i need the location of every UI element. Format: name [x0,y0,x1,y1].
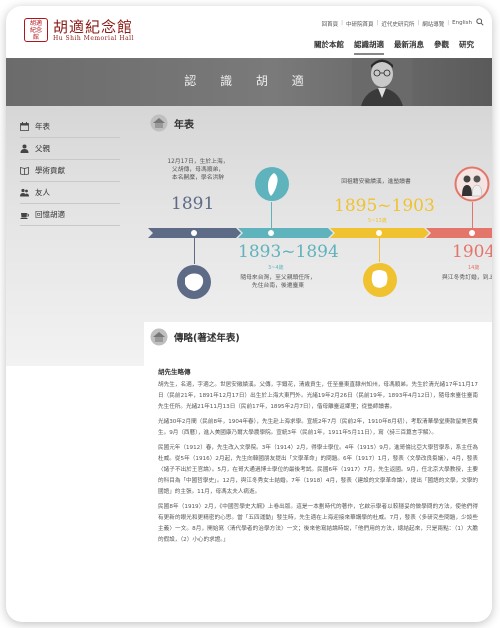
timeline-dot [191,230,197,236]
sidebar-nav: 年表 父親 學術貢獻 友人 回憶胡適 [20,116,120,226]
event-connector [379,238,380,262]
event-1893-age: 3~4歲 [268,265,284,271]
main-nav: 關於本館 認識胡適 最新消息 參觀 研究 [304,39,474,55]
sidebar-item-label: 年表 [35,122,50,131]
calendar-icon [20,122,29,131]
timeline-segment-1904 [426,228,492,238]
pavilion-icon [150,114,168,132]
utility-link-academia[interactable]: 中研院首頁 [346,20,374,28]
utility-link-home[interactable]: 回首頁 [322,20,339,28]
site-header: 胡適紀念館 胡適紀念館 Hu Shih Memorial Hall 回首頁 | 中… [6,6,492,58]
sidebar-item-label: 回憶胡適 [35,210,65,219]
logo-chinese-name: 胡適紀念館 [53,17,134,36]
event-connector [271,202,272,228]
person-icon [20,144,29,153]
timeline-segment-1893 [238,228,333,238]
nav-research[interactable]: 研究 [459,39,474,55]
logo-seal-text: 胡適紀念館 [29,19,42,41]
portrait-photo [352,58,412,106]
nav-about[interactable]: 關於本館 [314,39,344,55]
event-1893-description: 隨母來台灣，至父親頭任所， 先住台南，後遷臺東 [228,274,328,290]
biography-paragraph: 民國8年（1919）2月，《中國哲學史大綱》上卷出版。這是一本劃時代的著作，它啟… [158,504,478,543]
event-1891-year: 1891 [171,194,215,214]
utility-nav: 回首頁 | 中研院首頁 | 近代史研究所 | 網站導覽 | English [321,20,472,28]
taiwan-map-icon[interactable] [254,166,290,202]
sidebar-item-contributions[interactable]: 學術貢獻 [20,160,120,182]
sidebar-item-label: 父親 [35,144,50,153]
utility-link-sitemap[interactable]: 網站導覽 [422,20,444,28]
pavilion-icon [150,328,168,346]
timeline-title: 年表 [174,119,194,131]
logo-english-name: Hu Shih Memorial Hall [53,34,135,42]
timeline-heading: 年表 [150,114,194,132]
shanghai-map-icon[interactable] [176,264,212,300]
nav-know-hu-shih[interactable]: 認識胡適 [354,39,384,55]
utility-link-institute[interactable]: 近代史研究所 [381,20,414,28]
event-connector [472,202,473,228]
people-icon [20,188,29,197]
sidebar-item-father[interactable]: 父親 [20,138,120,160]
event-1904-description: 與江冬秀訂婚，到上海 [442,274,492,282]
event-desc-line: 12月17日，生於上海， [167,159,229,165]
sidebar-item-label: 學術貢獻 [35,166,65,175]
utility-link-english[interactable]: English [452,20,472,28]
site-logo[interactable]: 胡適紀念館 胡適紀念館 Hu Shih Memorial Hall [24,18,134,42]
sidebar-item-chronology[interactable]: 年表 [20,116,120,138]
anhui-map-icon[interactable] [362,262,398,298]
event-desc-line: 與江冬秀訂婚，到上海 [442,275,492,281]
event-connector [194,238,195,264]
event-desc-line: 回祖籍安徽績溪，進塾讀書 [341,179,411,185]
timeline-dot [268,230,274,236]
event-1891-description: 12月17日，生於上海， 父胡傳，母馮順弟， 本名嗣穈，學名洪騂 [158,158,238,182]
nav-news[interactable]: 最新消息 [394,39,424,55]
timeline-dot [376,230,382,236]
wedding-photo-icon[interactable] [454,166,490,202]
browser-frame: 胡適紀念館 胡適紀念館 Hu Shih Memorial Hall 回首頁 | 中… [6,6,492,622]
biography-text: 胡先生，名適，字適之。世居安徽績溪。父傳，字鐵花，清歲貢生，任至臺東直隸州知州，… [158,380,478,550]
event-1904-age: 14歲 [468,265,480,271]
event-desc-line: 先住台南，後遷臺東 [251,283,305,289]
biography-title: 傳略(著述年表) [174,333,240,344]
page-banner: 認 識 胡 適 [6,58,492,106]
sidebar-item-friends[interactable]: 友人 [20,182,120,204]
biography-paragraph: 胡先生，名適，字適之。世居安徽績溪。父傳，字鐵花，清歲貢生，任至臺東直隸州知州，… [158,382,478,410]
timeline-dot [469,230,475,236]
event-desc-line: 本名嗣穈，學名洪騂 [171,175,225,181]
event-1904-year: 1904 [452,242,492,262]
event-desc-line: 父胡傳，母馮順弟， [171,167,225,173]
logo-seal: 胡適紀念館 [24,18,48,42]
biography-subtitle: 胡先生略傳 [158,368,191,376]
event-1895-description: 回祖籍安徽績溪，進塾讀書 [326,178,426,186]
cup-icon [20,213,29,219]
sidebar-item-memories[interactable]: 回憶胡適 [20,204,120,226]
biography-heading: 傳略(著述年表) [150,328,240,346]
search-icon[interactable] [476,18,484,26]
biography-paragraph: 民國元年（1912）春，先生改入文學院。3年（1914）2月，得學士學位。4年（… [158,445,478,495]
event-desc-line: 隨母來台灣，至父親頭任所， [240,275,316,281]
event-1893-year: 1893~1894 [238,242,339,262]
biography-paragraph: 光緒30年2月間（民前8年，1904年春），先生赴上海求學。宣統2年7月（民前2… [158,419,478,436]
book-icon [20,166,29,175]
sidebar-item-label: 友人 [35,188,50,197]
event-1895-age: 5~13歲 [368,218,387,224]
event-1895-year: 1895~1903 [334,196,435,216]
nav-visit[interactable]: 參觀 [434,39,449,55]
banner-title: 認 識 胡 適 [184,74,314,88]
timeline-bar [148,228,492,238]
